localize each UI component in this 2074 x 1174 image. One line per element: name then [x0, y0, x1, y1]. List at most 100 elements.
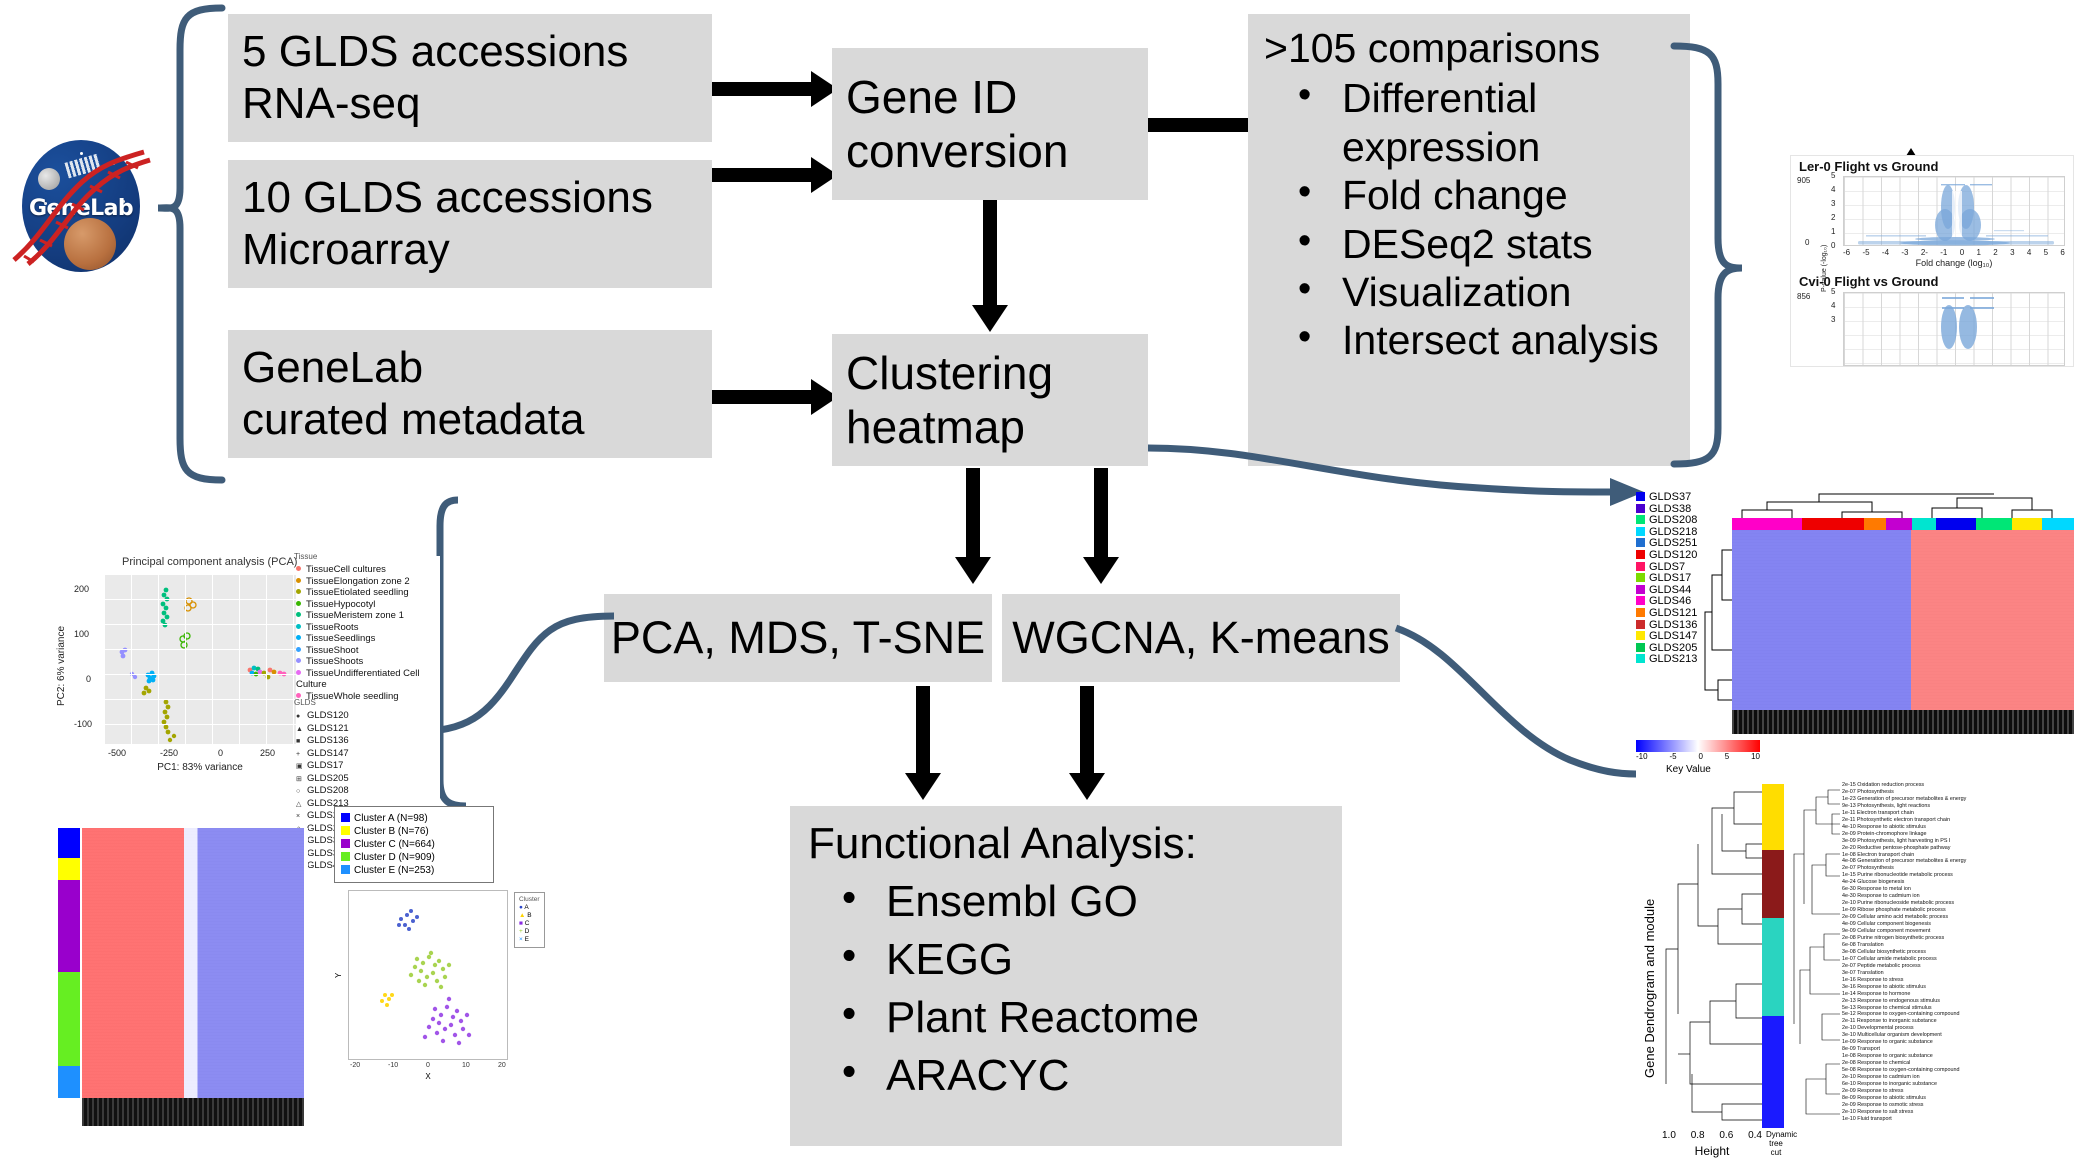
cluster-legend: Cluster A (N=98) Cluster B (N=76) Cluste…	[334, 806, 494, 883]
go-term: 2e-09 Protein-chromophore linkage	[1842, 830, 1927, 837]
functional-analysis-box: Functional Analysis: Ensembl GO KEGG Pla…	[790, 806, 1342, 1146]
glds-heatmap-key-label: Key Value	[1666, 764, 1711, 775]
go-term: 2e-09 Response to stress	[1842, 1087, 1904, 1094]
method-box-pca: PCA, MDS, T-SNE	[604, 594, 992, 682]
volcano-ler0-xticks: -6 -5 -4 -3 2- -1 01 23 45 6	[1843, 248, 2065, 257]
go-term: 3e-10 Multicellular organism development	[1842, 1032, 1942, 1039]
glds-heatmap-legend: GLDS37 GLDS38 GLDS208 GLDS218 GLDS251 GL…	[1636, 491, 1697, 666]
clustering-line1: Clustering	[846, 346, 1054, 399]
gene-dendrogram-module-label: Dynamic tree cut	[1766, 1130, 1798, 1157]
go-term: 2e-11 Photosynthetic electron transport …	[1842, 816, 1951, 823]
tsne-xlabel: X	[425, 1072, 431, 1081]
go-term: 2e-11 Response to inorganic substance	[1842, 1018, 1937, 1025]
input-microarray-line1: 10 GLDS accessions	[242, 173, 653, 223]
go-term: 6e-30 Response to metal ion	[1842, 886, 1911, 893]
functional-item: KEGG	[808, 932, 1324, 986]
wgcna-box-label: WGCNA, K-means	[1012, 612, 1390, 664]
input-box-metadata: GeneLab curated metadata	[228, 330, 712, 458]
go-term: 2e-10 Developmental process	[1842, 1025, 1914, 1032]
cluster-color-bar	[58, 828, 80, 1098]
comparisons-box: >105 comparisons Differential expression…	[1248, 14, 1690, 466]
volcano-cvi0-ylabel: P-value (-log₁₀)	[1821, 244, 1828, 292]
go-term: 1e-08 Response to organic substance	[1842, 1053, 1933, 1060]
go-term: 6e-08 Translation	[1842, 941, 1884, 948]
go-term: 1e-09 Response to organic substance	[1842, 1039, 1933, 1046]
go-term: 4e-10 Response to abiotic stimulus	[1842, 823, 1926, 830]
go-term-dendrogram	[1792, 784, 1840, 1128]
go-term: 3e-08 Cellular biosynthetic process	[1842, 948, 1926, 955]
go-term: 6e-10 Response to inorganic substance	[1842, 1080, 1937, 1087]
go-term: 9e-13 Photosynthesis, light reactions	[1842, 802, 1931, 809]
volcano-ler0-points	[1858, 184, 2054, 246]
glds-heatmap-grid	[1732, 530, 2074, 710]
go-term: 4e-24 Glucose biogenesis	[1842, 879, 1905, 886]
go-term: 3e-09 Photosynthesis, light harvesting i…	[1842, 837, 1951, 844]
input-brace	[157, 4, 226, 484]
go-term: 8e-09 Transport	[1842, 1046, 1881, 1053]
volcano-ler0-title: Ler-0 Flight vs Ground	[1799, 159, 1939, 174]
input-metadata-line1: GeneLab	[242, 343, 424, 393]
comparisons-title: >105 comparisons	[1264, 25, 1601, 71]
go-term: 1e-10 Fluid transport	[1842, 1115, 1892, 1122]
go-term: 3e-16 Response to abiotic stimulus	[1842, 983, 1926, 990]
volcano-cvi0-plot-area	[1843, 292, 2065, 366]
go-term: 1e-11 Electron transport chain	[1842, 809, 1914, 816]
go-term: 2e-07 Photosynthesis	[1842, 865, 1894, 872]
go-term: 3e-07 Translation	[1842, 969, 1884, 976]
go-term: 2e-07 Peptide metabolic process	[1842, 962, 1921, 969]
volcano-cvi0-count: 856	[1797, 292, 1811, 301]
arrow-rnaseq-to-geneid	[712, 82, 812, 96]
gene-dendrogram-tree	[1662, 784, 1762, 1128]
volcano-ler0-zero: 0	[1805, 238, 1810, 247]
moon-icon	[38, 168, 60, 190]
gene-dendrogram-xlabel: Height	[1694, 1144, 1730, 1158]
functional-title: Functional Analysis:	[808, 819, 1197, 868]
arrow-clustering-to-pca	[966, 468, 980, 558]
cluster-heatmap-dendrogram	[82, 1098, 304, 1126]
arrow-clustering-to-wgcna	[1094, 468, 1108, 558]
go-term: 4e-30 Response to cadmium ion	[1842, 893, 1920, 900]
process-box-gene-id-conversion: Gene ID conversion	[832, 48, 1148, 200]
arrow-geneid-to-comparisons	[1148, 118, 1256, 132]
go-term: 1e-16 Response to stress	[1842, 976, 1904, 983]
go-term: 2e-09 Cellular amino acid metabolic proc…	[1842, 914, 1949, 921]
go-term: 5e-12 Response to oxygen-containing comp…	[1842, 1011, 1960, 1018]
go-term: 1e-09 Ribose phosphate metabolic process	[1842, 907, 1946, 914]
go-term: 2e-10 Response to cadmium ion	[1842, 1074, 1920, 1081]
tsne-cluster-figure: -20 -10 0 10 20 X Y Cluster ● A ▲ B ■ C …	[324, 886, 554, 1116]
go-term: 2e-10 Response to salt stress	[1842, 1108, 1914, 1115]
glds-heatmap-column-colors	[1732, 518, 2074, 530]
glds-heatmap-col-dendrogram	[1732, 492, 2074, 518]
go-term: 1e-14 Response to hormone	[1842, 990, 1911, 997]
go-term: 1e-08 Electron transport chain	[1842, 851, 1915, 858]
glds-heatmap-figure: GLDS37 GLDS38 GLDS208 GLDS218 GLDS251 GL…	[1636, 491, 2074, 782]
genelab-logo: GeneLab	[12, 140, 151, 272]
volcano-ler0-plot-area	[1843, 176, 2065, 246]
comparisons-list: Differential expression Fold change DESe…	[1264, 72, 1674, 364]
input-rnaseq-line2: RNA-seq	[242, 79, 421, 128]
go-term: 2e-20 Reductive pentose-phosphate pathwa…	[1842, 844, 1951, 851]
volcano-ler0-count: 905	[1797, 176, 1811, 185]
arrow-wgcna-to-functional	[1080, 686, 1094, 774]
workflow-diagram: GeneLab 5 GLDS accessions RNA-seq 10 GLD…	[0, 0, 2074, 1174]
functional-item: Plant Reactome	[808, 990, 1324, 1044]
input-box-microarray: 10 GLDS accessions Microarray	[228, 160, 712, 288]
volcano-cvi0-points	[1941, 297, 1994, 349]
go-term: 1e-23 Generation of precursor metabolite…	[1842, 795, 1967, 802]
go-term: 5e-08 Response to oxygen-containing comp…	[1842, 1067, 1960, 1074]
geneid-line1: Gene ID	[846, 70, 1018, 123]
tsne-legend: Cluster ● A ▲ B ■ C + D × E	[514, 892, 545, 948]
go-term: 2e-10 Purine ribonucleoside metabolic pr…	[1842, 900, 1955, 907]
functional-item: ARACYC	[808, 1048, 1324, 1102]
go-term: 4e-08 Generation of precursor metabolite…	[1842, 858, 1967, 865]
go-term: 2e-13 Response to endogenous stimulus	[1842, 997, 1940, 1004]
go-term: 9e-09 Cellular component movement	[1842, 928, 1931, 935]
genelab-wordmark: GeneLab	[29, 196, 134, 221]
tsne-ylabel: Y	[334, 972, 343, 978]
mars-icon	[64, 218, 116, 270]
comparison-item: Intersect analysis	[1264, 314, 1674, 364]
comparison-item: Fold change	[1264, 169, 1674, 219]
arrow-geneid-to-clustering	[983, 200, 997, 306]
gene-dendrogram-module-bar	[1762, 784, 1784, 1128]
pca-legend-glds-title: GLDS	[294, 698, 316, 707]
